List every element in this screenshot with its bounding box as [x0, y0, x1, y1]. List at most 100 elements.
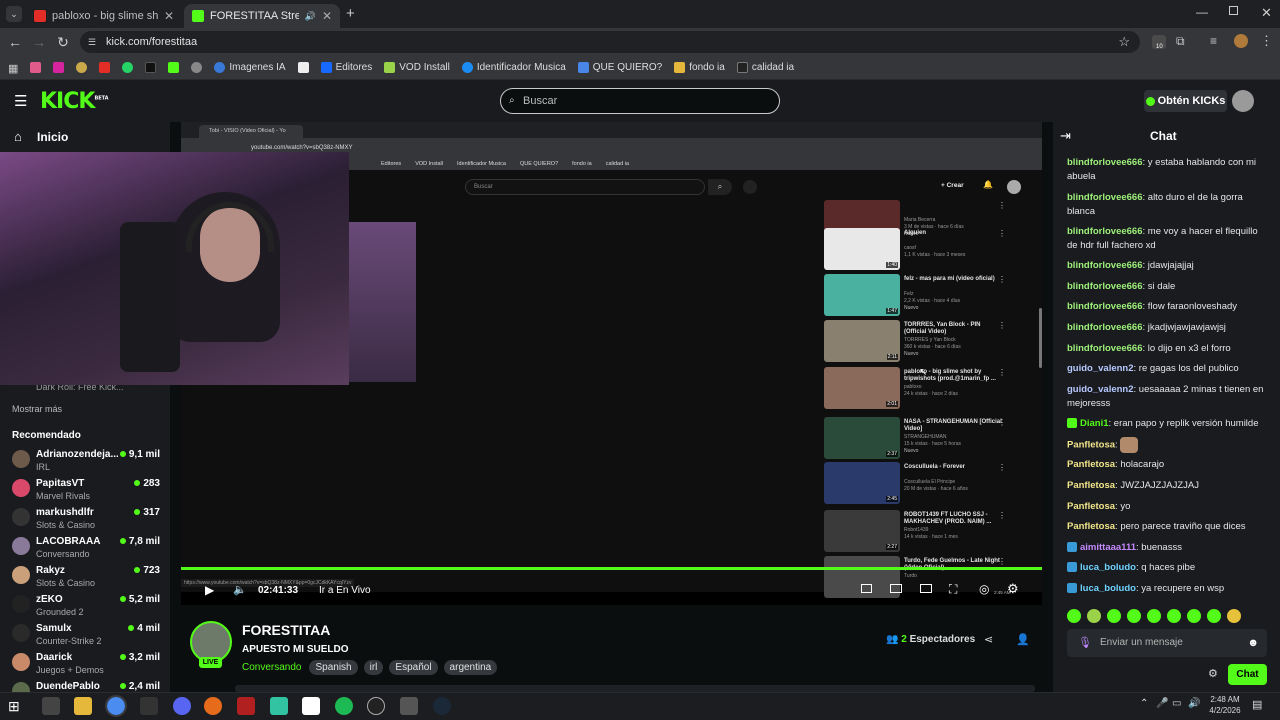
- recommended-channel[interactable]: Daarick Juegos + Demos 3,2 mil: [10, 650, 160, 679]
- quality-icon[interactable]: ◎: [979, 582, 989, 596]
- chat-username[interactable]: Panfletosa: [1067, 459, 1115, 470]
- play-icon[interactable]: ▶: [205, 583, 214, 597]
- recommended-channel[interactable]: Rakyz Slots & Casino 723: [10, 563, 160, 592]
- tag-chip[interactable]: Spanish: [309, 660, 358, 675]
- share-icon[interactable]: ⋖: [984, 633, 993, 646]
- bookmark-fondo-ia[interactable]: fondo ia: [674, 62, 725, 73]
- spotify-icon[interactable]: [335, 697, 353, 715]
- forward-button[interactable]: →: [30, 33, 48, 51]
- tab-search-chevron-icon[interactable]: ⌄: [6, 6, 22, 22]
- capcut-icon[interactable]: [302, 697, 320, 715]
- app-icon[interactable]: [140, 697, 158, 715]
- emote-icon[interactable]: [1227, 609, 1241, 623]
- puzzle-icon[interactable]: ⧉: [1176, 34, 1185, 49]
- profile-icon[interactable]: [1234, 34, 1248, 48]
- sidebar-item-home[interactable]: Inicio: [37, 130, 68, 144]
- app-icon[interactable]: [400, 697, 418, 715]
- microphone-icon[interactable]: 🎙: [1078, 629, 1092, 657]
- tag-chip[interactable]: irl: [363, 660, 384, 675]
- close-icon[interactable]: ✕: [322, 9, 332, 23]
- settings-gear-icon[interactable]: ⚙: [1007, 581, 1019, 597]
- bookmark-favicon-icon[interactable]: [30, 62, 42, 73]
- theatre-mode-icon[interactable]: [861, 584, 872, 593]
- chat-username[interactable]: luca_boludo: [1080, 583, 1136, 594]
- chat-username[interactable]: Panfletosa: [1067, 440, 1115, 451]
- stream-category-link[interactable]: Conversando: [242, 662, 301, 673]
- reload-button[interactable]: ↻: [54, 33, 72, 51]
- chat-username[interactable]: blindforlovee666: [1067, 192, 1143, 203]
- kick-logo[interactable]: KICKBETA: [40, 89, 109, 114]
- volume-icon[interactable]: 🔈: [233, 583, 247, 596]
- pip-icon[interactable]: [890, 584, 902, 593]
- new-tab-button[interactable]: +: [346, 5, 355, 22]
- search-input[interactable]: ⌕ Buscar: [500, 88, 780, 114]
- collapse-chat-icon[interactable]: ⇥: [1060, 128, 1071, 144]
- kick-icon[interactable]: [168, 62, 180, 73]
- media-control-icon[interactable]: ≡: [1210, 34, 1217, 48]
- firefox-icon[interactable]: [204, 697, 222, 715]
- emoji-icon[interactable]: ☻: [1247, 629, 1259, 657]
- recommended-channel[interactable]: zEKO Grounded 2 5,2 mil: [10, 592, 160, 621]
- get-kicks-button[interactable]: Obtén KICKs: [1144, 90, 1227, 112]
- minimize-button[interactable]: —: [1196, 5, 1208, 19]
- recommended-channel[interactable]: LACOBRAAA Conversando 7,8 mil: [10, 534, 160, 563]
- restore-button[interactable]: [1229, 6, 1238, 15]
- notion-icon[interactable]: [297, 62, 309, 73]
- speaker-icon[interactable]: 🔊: [305, 11, 316, 22]
- menu-icon[interactable]: ⋮: [1260, 33, 1273, 49]
- file-explorer-icon[interactable]: [74, 697, 92, 715]
- streamer-name[interactable]: FORESTITAA: [242, 622, 330, 638]
- emote-icon[interactable]: [1167, 609, 1181, 623]
- chat-username[interactable]: guido_valenn2: [1067, 384, 1134, 395]
- bookmark-que-quiero[interactable]: QUE QUIERO?: [577, 62, 662, 73]
- chat-message-input[interactable]: 🎙 Enviar un mensaje ☻: [1067, 629, 1267, 657]
- bookmark-identificador-musica[interactable]: Identificador Musica: [461, 62, 566, 73]
- tiktok-icon[interactable]: [145, 62, 157, 73]
- chat-settings-gear-icon[interactable]: ⚙: [1208, 667, 1218, 680]
- streamlabs-icon[interactable]: [270, 697, 288, 715]
- emote-icon[interactable]: [1067, 609, 1081, 623]
- voicemeeter-icon[interactable]: [237, 697, 255, 715]
- discord-icon[interactable]: [173, 697, 191, 715]
- clip-icon[interactable]: [920, 584, 932, 593]
- emote-icon[interactable]: [1147, 609, 1161, 623]
- steam-icon[interactable]: [433, 697, 451, 715]
- chat-username[interactable]: Diani1: [1080, 418, 1109, 429]
- obs-icon[interactable]: [367, 697, 385, 715]
- recommended-channel[interactable]: Adrianozendeja... IRL 9,1 mil: [10, 447, 160, 476]
- emote-icon[interactable]: [1187, 609, 1201, 623]
- chat-username[interactable]: Panfletosa: [1067, 480, 1115, 491]
- chat-username[interactable]: blindforlovee666: [1067, 157, 1143, 168]
- url-field[interactable]: ☰ kick.com/forestitaa ☆: [80, 31, 1140, 53]
- live-progress-bar[interactable]: [181, 567, 1042, 570]
- instagram-icon[interactable]: [53, 62, 65, 73]
- chrome-icon[interactable]: [105, 695, 127, 717]
- bookmark-star-icon[interactable]: ☆: [1118, 31, 1130, 53]
- windows-start-icon[interactable]: ⊞: [8, 697, 26, 715]
- emote-icon[interactable]: [1107, 609, 1121, 623]
- emote-icon[interactable]: [1087, 609, 1101, 623]
- send-chat-button[interactable]: Chat: [1228, 664, 1267, 685]
- tag-chip[interactable]: Español: [389, 660, 438, 675]
- emote-icon[interactable]: [1207, 609, 1221, 623]
- tray-mic-icon[interactable]: 🎤: [1156, 698, 1168, 709]
- task-view-icon[interactable]: [42, 697, 60, 715]
- tray-network-icon[interactable]: ▭: [1172, 698, 1181, 709]
- recommended-channel[interactable]: PapitasVT Marvel Rivals 283: [10, 476, 160, 505]
- follow-icon[interactable]: 👤: [1016, 633, 1030, 646]
- apps-grid-icon[interactable]: ▦: [8, 62, 18, 75]
- close-window-button[interactable]: ✕: [1261, 5, 1272, 21]
- tag-chip[interactable]: argentina: [443, 660, 498, 675]
- chat-username[interactable]: aimittaaa111: [1080, 542, 1136, 553]
- chat-username[interactable]: blindforlovee666: [1067, 260, 1143, 271]
- chat-username[interactable]: blindforlovee666: [1067, 322, 1143, 333]
- site-info-icon[interactable]: ☰: [88, 31, 96, 53]
- youtube-icon[interactable]: [99, 62, 111, 73]
- recommended-channel[interactable]: markushdlfr Slots & Casino 317: [10, 505, 160, 534]
- chat-username[interactable]: Panfletosa: [1067, 501, 1115, 512]
- chat-username[interactable]: blindforlovee666: [1067, 301, 1143, 312]
- emote-icon[interactable]: [1127, 609, 1141, 623]
- tray-volume-icon[interactable]: 🔊: [1188, 698, 1200, 709]
- home-icon[interactable]: ⌂: [14, 129, 22, 144]
- bookmark-editores[interactable]: Editores: [320, 62, 372, 73]
